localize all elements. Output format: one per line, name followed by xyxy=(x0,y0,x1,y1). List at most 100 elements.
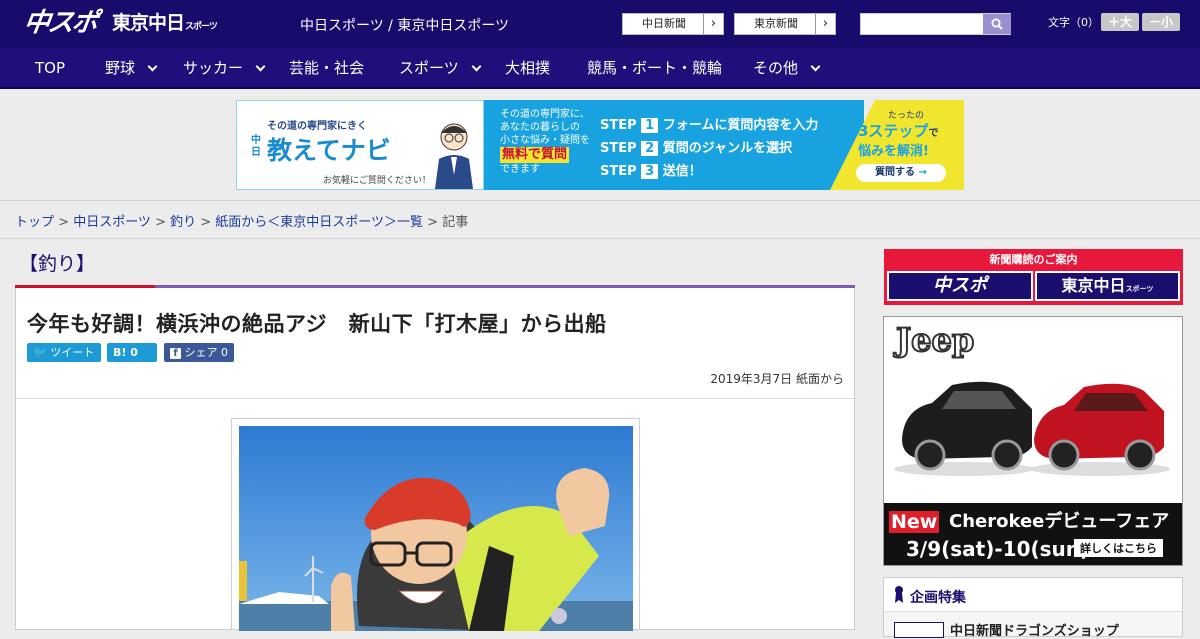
nav-item-soccer[interactable]: サッカー xyxy=(183,48,266,89)
ad-banner-strip: New Cherokeeデビューフェア 3/9(sat)-10(sun) 詳しく… xyxy=(884,503,1182,565)
banner-step-2: STEP 2 質問のジャンルを選択 xyxy=(600,137,818,160)
breadcrumb-current: 記事 xyxy=(442,215,469,230)
nav-item-label: スポーツ xyxy=(399,59,459,77)
nav-item-sports[interactable]: スポーツ xyxy=(399,48,482,89)
divider xyxy=(16,398,854,399)
step-number: 3 xyxy=(641,164,659,179)
ad-detail-button[interactable]: 詳しくはこちら xyxy=(1074,539,1163,557)
share-label: シェア xyxy=(184,346,218,359)
chunichi-shimbun-label: 中日新聞 xyxy=(642,17,686,30)
tweet-button[interactable]: 🐦 ツイート xyxy=(27,343,101,362)
article-title: 今年も好調！横浜沖の絶品アジ 新山下「打木屋」から出船 xyxy=(27,312,607,336)
kikaku-thumbnail[interactable] xyxy=(894,622,944,638)
step-word: STEP xyxy=(600,141,637,156)
banner-question-button[interactable]: 質問する → xyxy=(856,164,946,182)
chunichi-mark-nichi: 日 xyxy=(251,147,261,158)
breadcrumb-bar: トップ > 中日スポーツ > 釣り > 紙面から＜東京中日スポーツ＞一覧 > 記… xyxy=(0,200,1200,239)
step-text: 送信！ xyxy=(662,164,702,179)
nav-item-label: 競馬・ボート・競輪 xyxy=(587,59,723,77)
nav-item-label: サッカー xyxy=(183,59,244,77)
facebook-share-button[interactable]: f シェア 0 xyxy=(164,343,234,362)
category-header: 【釣り】 xyxy=(15,245,855,288)
tokyo-chunichi-logo[interactable]: 東京中日スポーツ xyxy=(112,11,218,39)
ad-title: Cherokeeデビューフェア xyxy=(949,511,1170,532)
nav-item-label: その他 xyxy=(753,59,799,77)
banner-r-big-text: 3ステップ xyxy=(858,122,929,140)
step-text: 質問のジャンルを選択 xyxy=(662,141,793,156)
article-date: 2019年3月7日 紙面から xyxy=(710,372,844,386)
font-size-up-button[interactable]: ＋大 xyxy=(1101,13,1139,31)
article: 今年も好調！横浜沖の絶品アジ 新山下「打木屋」から出船 🐦 ツイート B! 0 … xyxy=(15,288,855,631)
banner-r-solve: 悩みを解消! xyxy=(858,144,929,159)
top-header: 中スポ 東京中日スポーツ 中日スポーツ / 東京中日スポーツ 中日新聞 › 東京… xyxy=(0,0,1200,48)
step-word: STEP xyxy=(600,164,637,179)
chevron-down-icon xyxy=(810,61,821,72)
banner-subtitle: その道の専門家にきく xyxy=(267,121,367,132)
nav-item-label: 芸能・社会 xyxy=(289,59,365,77)
chunichi-mark: 中日 xyxy=(251,135,261,159)
nav-item-entertainment[interactable]: 芸能・社会 xyxy=(289,48,364,89)
banner-step-3: STEP 3 送信！ xyxy=(600,160,818,183)
nav-item-other[interactable]: その他 xyxy=(753,48,821,89)
breadcrumb-tsuri[interactable]: 釣り xyxy=(170,215,196,230)
banner-step-1: STEP 1 フォームに質問内容を入力 xyxy=(600,114,818,137)
cherokee-cars-image xyxy=(894,381,1170,476)
subscription-box: 新聞購読のご案内 中スポ 東京中日スポーツ xyxy=(884,249,1183,305)
ad-new-badge: New xyxy=(889,511,940,533)
tokyo-shimbun-button[interactable]: 東京新聞 › xyxy=(734,13,836,35)
arrow-right-icon: → xyxy=(918,167,927,178)
tweet-label: ツイート xyxy=(50,346,95,359)
banner-free-badge: 無料で質問 xyxy=(500,147,570,163)
chunichi-shimbun-button[interactable]: 中日新聞 › xyxy=(622,13,724,35)
breadcrumb-chunichi-sports[interactable]: 中日スポーツ xyxy=(73,215,151,230)
banner-question-label: 質問する xyxy=(875,167,916,178)
banner-r-big: 3ステップで xyxy=(858,120,938,141)
subscribe-tokyo-chunichi-button[interactable]: 東京中日スポーツ xyxy=(1035,271,1180,301)
nav-item-sumo[interactable]: 大相撲 xyxy=(505,48,550,89)
article-photo-frame xyxy=(231,418,640,631)
chevron-down-icon xyxy=(255,61,266,72)
search-input[interactable] xyxy=(861,14,983,34)
nav-item-baseball[interactable]: 野球 xyxy=(105,48,158,89)
kikaku-header: 企画特集 xyxy=(884,578,1182,612)
nav-item-label: TOP xyxy=(35,59,66,77)
chevron-right-icon: › xyxy=(815,14,835,34)
nav-item-label: 大相撲 xyxy=(505,59,551,77)
ribbon-icon xyxy=(895,586,903,603)
search-button[interactable] xyxy=(983,14,1011,34)
category-title: 【釣り】 xyxy=(19,253,96,275)
breadcrumb-shimen-list[interactable]: 紙面から＜東京中日スポーツ＞一覧 xyxy=(215,215,423,230)
ad-date: 3/9(sat)-10(sun) xyxy=(906,537,1090,561)
subscribe-chuspo-button[interactable]: 中スポ xyxy=(887,271,1033,301)
breadcrumb-sep: > xyxy=(196,215,216,230)
nav-item-keiba[interactable]: 競馬・ボート・競輪 xyxy=(587,48,722,89)
banner-title: 教えてナビ xyxy=(267,136,391,165)
breadcrumb-sep: > xyxy=(150,215,171,230)
banner-description: その道の専門家に、 あなたの暮らしの 小さな悩み・疑問を 無料で質問 できます xyxy=(500,108,590,176)
facebook-icon: f xyxy=(170,348,181,359)
banner-desc-line1: その道の専門家に、 xyxy=(500,109,590,120)
banner-r-de: で xyxy=(928,128,939,139)
oshiete-navi-banner[interactable]: その道の専門家にきく 中日 教えてナビ お気軽にご質問ください！ その道の専門家… xyxy=(236,100,964,190)
jeep-ad[interactable]: Jeep New Cherokeeデビューフェア 3/9(sat)-10(sun… xyxy=(883,316,1183,566)
step-number: 1 xyxy=(641,118,659,133)
tokyo-chunichi-logo-sub: スポーツ xyxy=(185,22,218,32)
angler-photo[interactable] xyxy=(239,426,633,631)
breadcrumb-sep: > xyxy=(423,215,443,230)
chevron-down-icon xyxy=(147,61,158,72)
font-size-label: 文字（0） xyxy=(1048,16,1099,29)
chuspo-logo[interactable]: 中スポ xyxy=(22,6,99,40)
site-links[interactable]: 中日スポーツ / 東京中日スポーツ xyxy=(300,15,509,35)
font-size-down-button[interactable]: －小 xyxy=(1142,13,1180,31)
banner-tagline: お気軽にご質問ください！ xyxy=(323,176,431,186)
banner-desc-line4: できます xyxy=(500,164,540,175)
chunichi-mark-chu: 中 xyxy=(251,135,261,146)
nav-item-top[interactable]: TOP xyxy=(35,48,65,89)
global-nav: TOP 野球 サッカー 芸能・社会 スポーツ 大相撲 競馬・ボート・競輪 その他 xyxy=(0,48,1200,89)
tokyo-shimbun-label: 東京新聞 xyxy=(754,17,798,30)
banner-desc-line3: 小さな悩み・疑問を xyxy=(500,135,590,146)
hatena-icon: B! xyxy=(113,346,127,359)
breadcrumb-sep: > xyxy=(54,215,74,230)
breadcrumb-top[interactable]: トップ xyxy=(15,215,54,230)
hatena-bookmark-button[interactable]: B! 0 xyxy=(107,343,157,362)
